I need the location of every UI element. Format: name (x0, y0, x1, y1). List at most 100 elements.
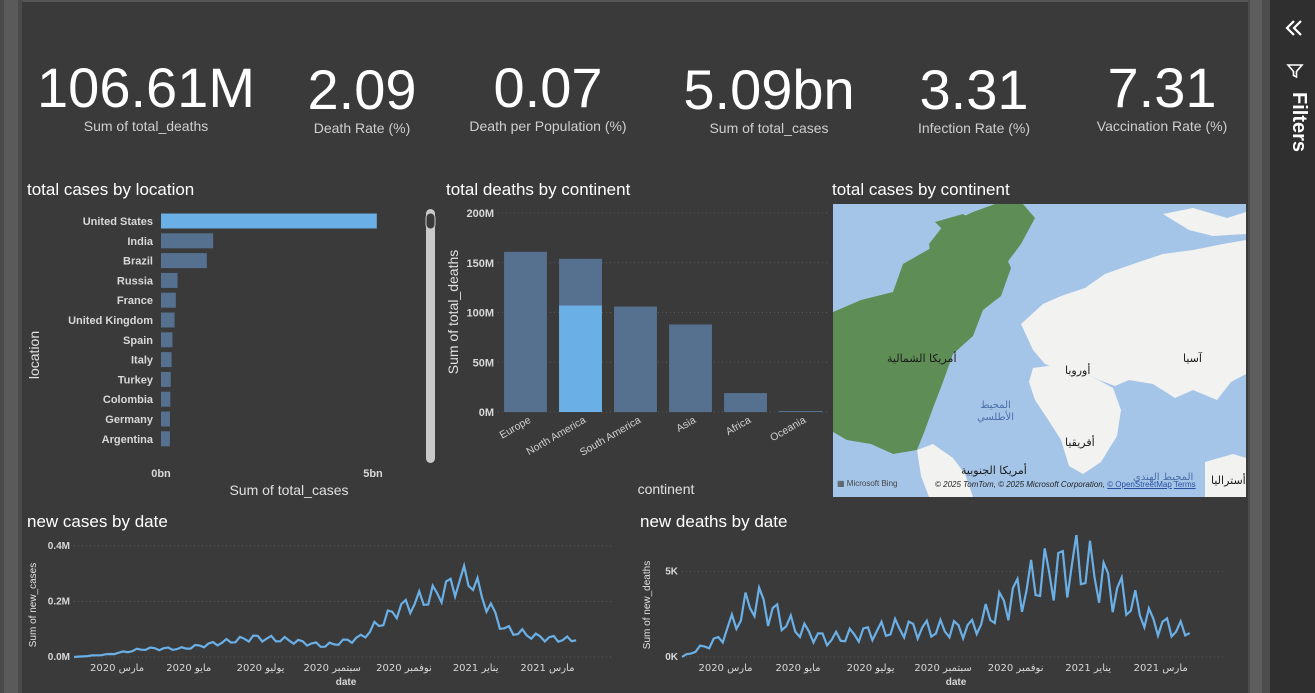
x-tick-label: يوليو 2020 (847, 663, 895, 674)
visual-title-new-deaths-by-date: new deaths by date (640, 512, 788, 531)
kpi-value: 0.07 (493, 56, 603, 119)
y-tick-label: 200M (466, 208, 494, 220)
bar[interactable] (161, 233, 214, 249)
kpi-value: 3.31 (919, 58, 1029, 121)
kpi-card-death-rate[interactable]: 2.09 Death Rate (%) (292, 58, 432, 137)
x-tick-label: يناير 2021 (453, 663, 499, 674)
x-tick-label: نوفمبر 2020 (376, 663, 432, 674)
right-scrollbar-thumb[interactable] (1250, 0, 1262, 693)
x-axis-title: Sum of total_cases (229, 482, 348, 498)
kpi-value: 2.09 (307, 58, 417, 121)
kpi-card-total-cases[interactable]: 5.09bn Sum of total_cases (670, 62, 868, 137)
scrollbar-track[interactable] (426, 209, 435, 463)
y-tick-label: Russia (117, 275, 154, 287)
osm-link[interactable]: © OpenStreetMap (1107, 480, 1172, 489)
filters-pane[interactable]: Filters (1270, 0, 1315, 693)
kpi-card-vaccination-rate[interactable]: 7.31 Vaccination Rate (%) (1082, 60, 1242, 135)
y-tick-label: 0.4M (48, 541, 70, 552)
kpi-label: Death Rate (%) (313, 120, 411, 136)
bars-group[interactable]: EuropeNorth AmericaSouth America Asia Afri… (498, 251, 822, 459)
bar[interactable] (161, 352, 172, 368)
double-chevron-left-icon[interactable] (1282, 16, 1306, 40)
bar[interactable] (161, 332, 173, 348)
visual-title-deaths-by-continent: total deaths by continent (446, 180, 631, 199)
bar[interactable] (779, 411, 822, 412)
left-scrollbar-thumb[interactable] (4, 0, 18, 693)
bar[interactable] (161, 391, 171, 407)
x-tick-label: 0bn (151, 468, 171, 480)
chart-new-deaths-by-date[interactable]: Sum of new_deaths date 0K 5K مارس 2020 مايو… (636, 535, 1236, 693)
bar[interactable] (161, 312, 175, 328)
bars-group[interactable]: United States India Brazil Russia France Unit… (68, 213, 377, 447)
chart-cases-by-location[interactable]: location Sum of total_cases 0bn 5bn Unit… (22, 205, 442, 500)
y-tick-label: 0.0M (48, 652, 70, 663)
bar[interactable] (161, 411, 170, 427)
x-tick-label: يوليو 2020 (237, 663, 285, 674)
x-tick-label: مارس 2021 (520, 663, 574, 674)
map-label-atlantic: المحيط الأطلسي (977, 400, 1015, 423)
map-cases-by-continent[interactable]: أمريكا الشمالية أوروبا آسيا أفريقيا أمري… (833, 204, 1246, 497)
x-tick-label: South America (578, 414, 643, 459)
x-tick-label: مارس 2020 (698, 663, 752, 674)
bar[interactable] (161, 292, 176, 308)
top-border (0, 0, 1315, 2)
y-tick-label: Argentina (102, 434, 154, 446)
map-label-africa[interactable]: أفريقيا (1065, 436, 1095, 449)
map-basemap[interactable] (833, 204, 1246, 497)
y-tick-label: 150M (466, 258, 494, 270)
y-tick-label: Turkey (118, 374, 154, 386)
bar[interactable] (161, 272, 178, 288)
x-tick-label: مارس 2021 (1134, 663, 1188, 674)
kpi-card-infection-rate[interactable]: 3.31 Infection Rate (%) (898, 58, 1050, 137)
y-tick-label: France (117, 295, 153, 307)
right-scrollbar[interactable] (1248, 0, 1270, 693)
x-tick-label: سبتمبر 2020 (304, 663, 361, 674)
kpi-card-total-deaths[interactable]: 106.61M Sum of total_deaths (30, 56, 262, 135)
y-tick-label: 0.2M (48, 597, 70, 608)
chart-new-cases-by-date[interactable]: Sum of new_cases date 0.0M 0.2M 0.4M مارس 2… (22, 535, 622, 693)
map-credit: © 2025 TomTom, © 2025 Microsoft Corporat… (935, 480, 1196, 489)
funnel-icon (1286, 62, 1304, 80)
x-tick-label: مايو 2020 (166, 663, 211, 674)
x-tick-label: Europe (498, 414, 533, 441)
series-line[interactable] (681, 535, 1191, 658)
bar-highlight[interactable] (559, 305, 602, 412)
y-axis-title: location (26, 331, 42, 379)
y-tick-label: Germany (105, 414, 154, 426)
y-tick-label: Brazil (123, 256, 153, 268)
bar[interactable] (161, 431, 170, 447)
x-tick-label: Asia (674, 414, 698, 435)
map-label-south-america[interactable]: أمريكا الجنوبية (961, 464, 1027, 477)
kpi-label: Sum of total_cases (709, 120, 829, 136)
map-label-australia[interactable]: أستراليا (1211, 474, 1246, 487)
y-tick-label: Colombia (103, 394, 154, 406)
map-label-asia[interactable]: آسيا (1183, 352, 1202, 365)
bar[interactable] (614, 306, 657, 412)
x-axis-title: date (946, 677, 967, 688)
map-label-north-america[interactable]: أمريكا الشمالية (887, 352, 957, 365)
left-scrollbar[interactable] (0, 0, 22, 693)
bar[interactable] (504, 251, 547, 412)
bar[interactable] (669, 324, 712, 412)
scrollbar-thumb[interactable] (425, 212, 436, 230)
kpi-card-death-per-population[interactable]: 0.07 Death per Population (%) (448, 56, 648, 135)
y-tick-label: 100M (466, 308, 494, 320)
x-tick-label: مارس 2020 (90, 663, 144, 674)
series-line[interactable] (73, 561, 577, 659)
y-axis-title: Sum of total_deaths (445, 250, 461, 375)
bar[interactable] (724, 393, 767, 412)
filters-label[interactable]: Filters (1280, 92, 1310, 172)
x-tick-label: Oceania (768, 414, 808, 444)
y-tick-label: 0M (479, 407, 494, 419)
bar[interactable] (161, 253, 207, 269)
map-label-europe[interactable]: أوروبا (1065, 364, 1090, 377)
terms-link[interactable]: Terms (1174, 480, 1196, 489)
chart-deaths-by-continent[interactable]: Sum of total_deaths continent 0M 50M 100M 1… (440, 200, 830, 500)
y-tick-label: United States (83, 216, 153, 228)
kpi-value: 106.61M (37, 56, 255, 119)
y-tick-label: 0K (665, 652, 679, 663)
bing-logo: ▦ Microsoft Bing (837, 479, 898, 488)
bar[interactable] (161, 213, 377, 229)
y-tick-label: Italy (131, 355, 154, 367)
bar[interactable] (161, 371, 171, 387)
